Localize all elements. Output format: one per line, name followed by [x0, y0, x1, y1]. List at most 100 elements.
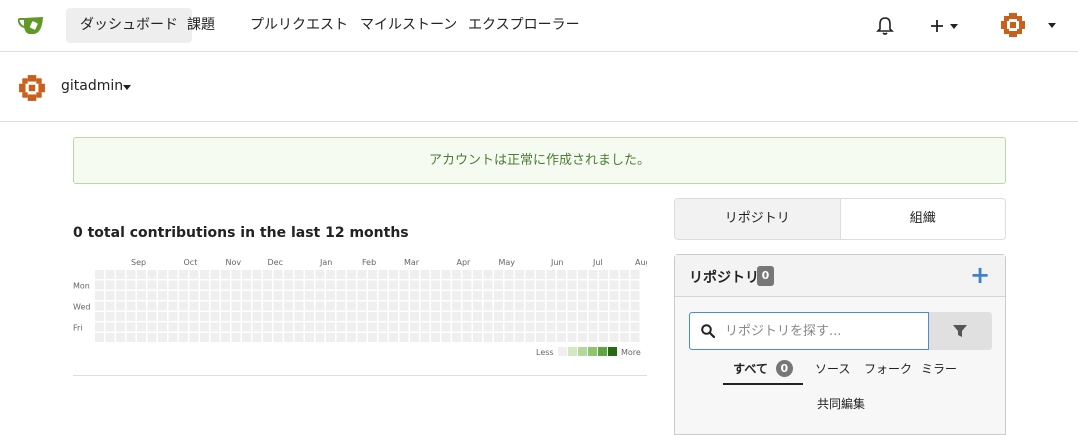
heatmap-cell[interactable] [294, 322, 304, 332]
heatmap-cell[interactable] [483, 301, 493, 311]
heatmap-cell[interactable] [504, 322, 514, 332]
heatmap-cell[interactable] [567, 301, 577, 311]
heatmap-cell[interactable] [599, 322, 608, 332]
heatmap-cell[interactable] [452, 312, 461, 321]
heatmap-cell[interactable] [147, 333, 157, 342]
heatmap-cell[interactable] [189, 270, 199, 279]
heatmap-cell[interactable] [158, 322, 167, 332]
heatmap-cell[interactable] [126, 322, 136, 332]
heatmap-cell[interactable] [315, 301, 325, 311]
heatmap-cell[interactable] [504, 301, 514, 311]
heatmap-cell[interactable] [494, 322, 503, 332]
heatmap-cell[interactable] [483, 322, 493, 332]
heatmap-cell[interactable] [326, 270, 335, 279]
heatmap-cell[interactable] [168, 322, 178, 332]
heatmap-cell[interactable] [473, 333, 482, 342]
heatmap-cell[interactable] [515, 280, 524, 290]
heatmap-cell[interactable] [389, 280, 398, 290]
heatmap-cell[interactable] [378, 322, 388, 332]
heatmap-cell[interactable] [210, 291, 220, 300]
heatmap-cell[interactable] [420, 270, 430, 279]
heatmap-cell[interactable] [452, 291, 461, 300]
heatmap-cell[interactable] [252, 301, 262, 311]
heatmap-cell[interactable] [557, 280, 566, 290]
heatmap-cell[interactable] [242, 280, 251, 290]
heatmap-cell[interactable] [179, 322, 188, 332]
heatmap-cell[interactable] [473, 291, 482, 300]
heatmap-cell[interactable] [284, 270, 293, 279]
heatmap-cell[interactable] [168, 280, 178, 290]
heatmap-cell[interactable] [200, 333, 209, 342]
nav-explore[interactable]: エクスプローラー [454, 8, 594, 43]
heatmap-cell[interactable] [252, 280, 262, 290]
heatmap-cell[interactable] [515, 312, 524, 321]
heatmap-cell[interactable] [294, 291, 304, 300]
heatmap-cell[interactable] [305, 322, 314, 332]
heatmap-cell[interactable] [630, 333, 640, 342]
heatmap-cell[interactable] [105, 280, 115, 290]
heatmap-cell[interactable] [578, 312, 587, 321]
heatmap-cell[interactable] [221, 280, 230, 290]
heatmap-cell[interactable] [116, 312, 125, 321]
heatmap-cell[interactable] [95, 280, 104, 290]
heatmap-cell[interactable] [200, 270, 209, 279]
heatmap-cell[interactable] [326, 333, 335, 342]
nav-pull-requests[interactable]: プルリクエスト [236, 8, 362, 43]
tab-repositories[interactable]: リポジトリ [675, 199, 841, 239]
heatmap-cell[interactable] [588, 280, 598, 290]
heatmap-cell[interactable] [126, 280, 136, 290]
heatmap-cell[interactable] [368, 322, 377, 332]
heatmap-cell[interactable] [315, 291, 325, 300]
heatmap-cell[interactable] [399, 291, 409, 300]
heatmap-cell[interactable] [179, 333, 188, 342]
heatmap-cell[interactable] [504, 270, 514, 279]
heatmap-cell[interactable] [536, 280, 545, 290]
heatmap-cell[interactable] [200, 322, 209, 332]
heatmap-cell[interactable] [336, 291, 346, 300]
filter-button[interactable] [929, 312, 992, 350]
heatmap-cell[interactable] [126, 312, 136, 321]
heatmap-cell[interactable] [578, 280, 587, 290]
heatmap-cell[interactable] [368, 312, 377, 321]
heatmap-cell[interactable] [284, 291, 293, 300]
heatmap-cell[interactable] [473, 312, 482, 321]
heatmap-cell[interactable] [347, 322, 356, 332]
heatmap-cell[interactable] [116, 301, 125, 311]
heatmap-cell[interactable] [378, 270, 388, 279]
heatmap-cell[interactable] [630, 322, 640, 332]
nav-issues[interactable]: 課題 [173, 8, 229, 43]
heatmap-cell[interactable] [420, 301, 430, 311]
heatmap-cell[interactable] [326, 322, 335, 332]
heatmap-cell[interactable] [221, 270, 230, 279]
heatmap-cell[interactable] [525, 291, 535, 300]
heatmap-cell[interactable] [483, 312, 493, 321]
heatmap-cell[interactable] [137, 270, 146, 279]
heatmap-cell[interactable] [116, 291, 125, 300]
heatmap-cell[interactable] [441, 301, 451, 311]
heatmap-cell[interactable] [284, 280, 293, 290]
heatmap-cell[interactable] [105, 322, 115, 332]
heatmap-cell[interactable] [305, 301, 314, 311]
heatmap-cell[interactable] [378, 333, 388, 342]
heatmap-cell[interactable] [336, 270, 346, 279]
heatmap-cell[interactable] [189, 312, 199, 321]
heatmap-cell[interactable] [630, 301, 640, 311]
heatmap-cell[interactable] [588, 312, 598, 321]
heatmap-cell[interactable] [378, 301, 388, 311]
heatmap-cell[interactable] [494, 291, 503, 300]
heatmap-cell[interactable] [609, 280, 619, 290]
heatmap-cell[interactable] [609, 301, 619, 311]
heatmap-cell[interactable] [494, 312, 503, 321]
heatmap-cell[interactable] [494, 270, 503, 279]
heatmap-cell[interactable] [210, 280, 220, 290]
heatmap-cell[interactable] [137, 322, 146, 332]
heatmap-cell[interactable] [462, 333, 472, 342]
heatmap-cell[interactable] [546, 333, 556, 342]
heatmap-cell[interactable] [158, 291, 167, 300]
heatmap-cell[interactable] [126, 291, 136, 300]
heatmap-cell[interactable] [336, 301, 346, 311]
heatmap-cell[interactable] [431, 291, 440, 300]
heatmap-cell[interactable] [588, 291, 598, 300]
heatmap-cell[interactable] [294, 270, 304, 279]
heatmap-cell[interactable] [504, 280, 514, 290]
